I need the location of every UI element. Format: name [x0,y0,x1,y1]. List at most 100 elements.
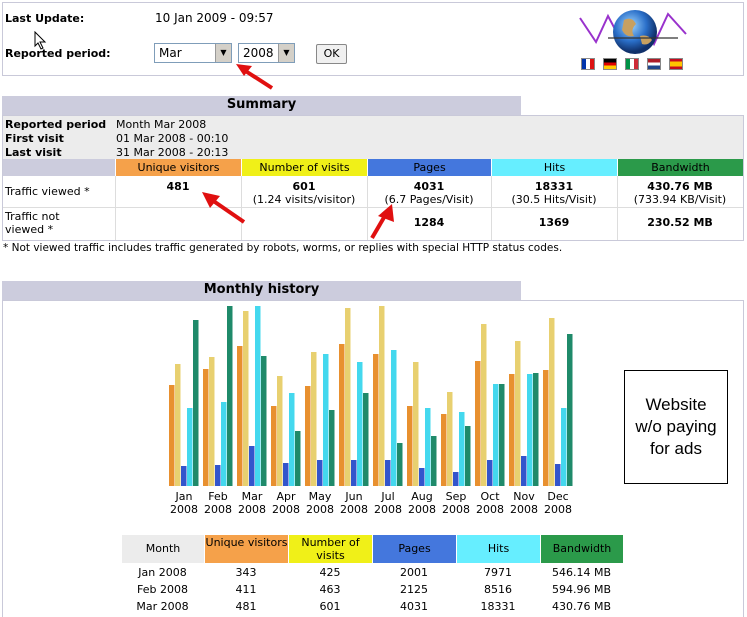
chart-bar [555,464,561,486]
chart-bar [193,320,199,486]
chart-bar [345,308,351,486]
monthly-table-cell: 430.76 MB [551,600,612,613]
x-tick-label: 2008 [476,503,504,516]
flag-dutch-icon[interactable] [647,58,661,70]
chart-bar [187,408,193,486]
chart-bar [475,361,481,486]
chart-bar [255,306,261,486]
monthly-table-cell: 425 [319,566,341,579]
flag-spanish-icon[interactable] [669,58,683,70]
x-tick-label: Mar [242,490,263,503]
chart-bar [493,384,499,486]
x-tick-label: 2008 [340,503,368,516]
viewed-bandwidth: 430.76 MB [647,180,713,193]
chart-bar [407,406,413,486]
monthly-table-cell: 411 [235,583,257,596]
col-pages: Pages [367,159,491,176]
chart-bar [169,385,175,486]
year-select-value: 2008 [243,46,274,60]
mouse-cursor-icon [34,31,47,50]
monthly-history-chart: Jan2008Feb2008Mar2008Apr2008May2008Jun20… [169,306,573,516]
col-unique-visitors: Unique visitors [115,159,241,176]
chart-bar [499,384,505,486]
chart-bar [453,472,459,486]
reported-period-row-value: Month Mar 2008 [116,118,207,131]
month-select[interactable]: Mar ▼ [154,43,232,63]
chart-bar [465,426,471,486]
monthly-table-cell: 594.96 MB [551,583,612,596]
x-tick-label: Feb [208,490,227,503]
col-hits: Hits [491,159,617,176]
chart-bar [237,346,243,486]
chart-bar [209,357,215,486]
x-tick-label: Aug [411,490,432,503]
chart-bar [317,460,323,486]
summary-header-spacer [3,159,115,176]
chart-bar [249,446,255,486]
red-arrow-icon [202,192,246,224]
x-tick-label: 2008 [204,503,232,516]
flag-italian-icon[interactable] [625,58,639,70]
monthly-table-cell: 18331 [480,600,516,613]
flag-german-icon[interactable] [603,58,617,70]
chart-bar [271,406,277,486]
chart-bar [379,306,385,486]
x-tick-label: Dec [547,490,568,503]
not-viewed-hits: 1369 [538,216,570,229]
ad-box: Website w/o paying for ads [624,370,728,484]
first-visit-value: 01 Mar 2008 - 00:10 [116,132,229,145]
x-tick-label: 2008 [544,503,572,516]
chart-bar [441,414,447,486]
monthly-table-cell: 463 [319,583,341,596]
chart-bar [543,370,549,486]
monthly-table-cell: 481 [235,600,257,613]
x-tick-label: 2008 [238,503,266,516]
x-tick-label: May [309,490,332,503]
bandwidth-col-header: Bandwidth [540,535,623,563]
chart-bar [363,393,369,486]
monthly-table-cell: Jan 2008 [138,566,187,579]
month-col-header: Month [121,535,204,563]
chart-bar [295,431,301,486]
visits-col-header-text: Number of visits [301,536,360,562]
x-tick-label: Nov [513,490,535,503]
monthly-table-cell: Mar 2008 [136,600,189,613]
x-tick-label: Jan [175,490,193,503]
chevron-down-icon[interactable]: ▼ [215,44,231,62]
first-visit-label: First visit [5,132,64,145]
chart-bar [431,436,437,486]
chart-bar [277,376,283,486]
hits-col-header: Hits [456,535,540,563]
monthly-table-cell: 546.14 MB [551,566,612,579]
last-visit-value: 31 Mar 2008 - 20:13 [116,146,229,159]
x-tick-label: Oct [480,490,500,503]
chart-bar [289,393,295,486]
red-arrow-icon [370,204,394,240]
red-arrow-icon [236,64,274,90]
chart-bar [351,460,357,486]
chart-bar [311,352,317,486]
x-tick-label: 2008 [408,503,436,516]
chart-bar [397,443,403,486]
traffic-not-viewed-line1: Traffic not [5,210,60,223]
chart-bar [549,318,555,486]
viewed-visits-ratio: (1.24 visits/visitor) [252,193,356,206]
x-tick-label: 2008 [170,503,198,516]
chart-bar [413,362,419,486]
chart-bar [561,408,567,486]
monthly-table-cell: 343 [235,566,257,579]
chart-bar [221,402,227,486]
last-visit-label: Last visit [5,146,62,159]
chevron-down-icon[interactable]: ▼ [278,44,294,62]
monthly-table-cell: 2001 [400,566,428,579]
globe-logo-icon [579,10,687,54]
viewed-bandwidth-ratio: (733.94 KB/Visit) [633,193,727,206]
monthly-table-cell: Feb 2008 [137,583,188,596]
x-tick-label: Jul [380,490,394,503]
flag-french-icon[interactable] [581,58,595,70]
x-tick-label: 2008 [272,503,300,516]
chart-bar [215,465,221,486]
traffic-not-viewed-label: Traffic not viewed * [5,210,60,236]
last-update-label: Last Update: [5,12,85,25]
ok-button[interactable]: OK [316,44,347,64]
